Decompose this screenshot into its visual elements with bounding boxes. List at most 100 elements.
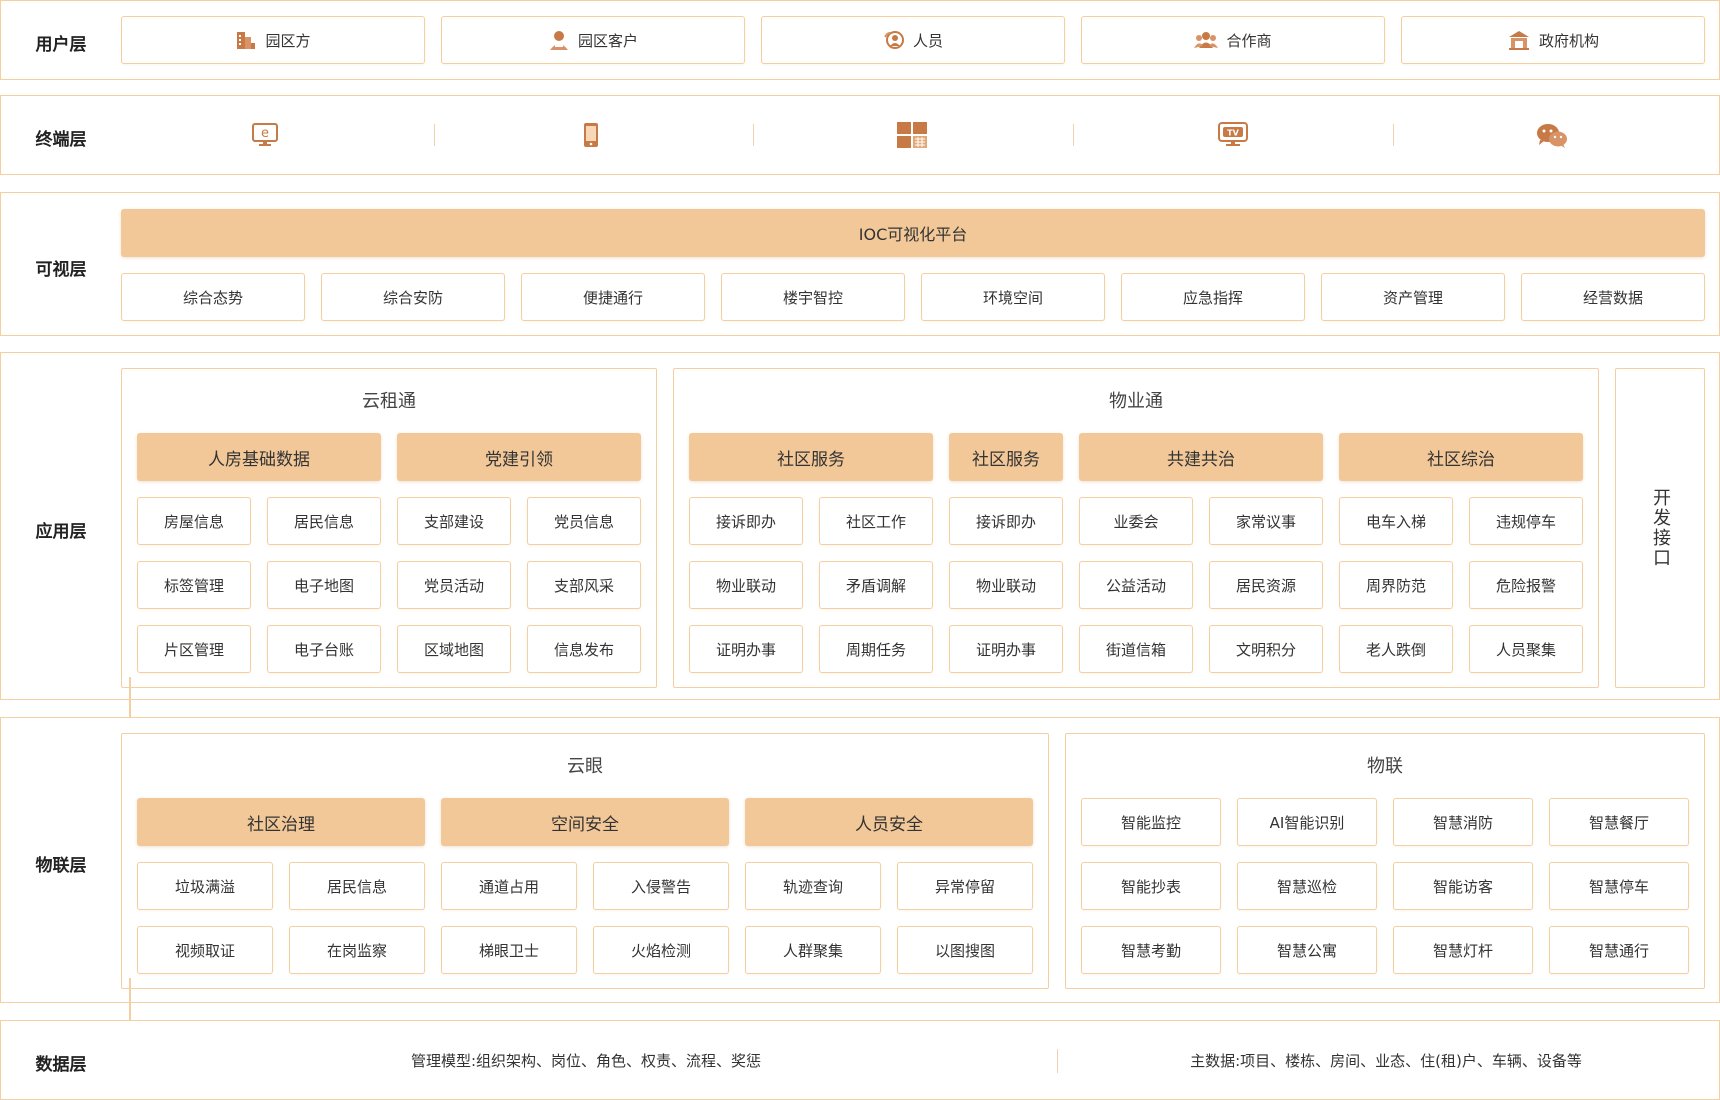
government-icon — [1507, 29, 1531, 51]
app-item[interactable]: 党员信息 — [527, 497, 641, 545]
user-item-personnel[interactable]: 人员 — [761, 16, 1065, 64]
iot-item[interactable]: 智能监控 — [1081, 798, 1221, 846]
app-item[interactable]: 证明办事 — [689, 625, 803, 673]
app-item[interactable]: 电子地图 — [267, 561, 381, 609]
app-item[interactable]: 街道信箱 — [1079, 625, 1193, 673]
visual-item[interactable]: 综合态势 — [121, 273, 305, 321]
app-item[interactable]: 物业联动 — [949, 561, 1063, 609]
iot-item[interactable]: 视频取证 — [137, 926, 273, 974]
visual-item[interactable]: 环境空间 — [921, 273, 1105, 321]
tv-icon: TV — [1218, 122, 1248, 152]
wechat-icon — [1536, 123, 1568, 153]
ioc-platform-bar[interactable]: IOC可视化平台 — [121, 209, 1705, 257]
user-item-label: 政府机构 — [1538, 31, 1599, 50]
wulian-panel: 物联 智能监控 AI智能识别 智慧消防 智慧餐厅 智能抄表 智慧巡检 智能访客 … — [1065, 733, 1705, 989]
iot-item[interactable]: 智慧考勤 — [1081, 926, 1221, 974]
app-item[interactable]: 违规停车 — [1469, 497, 1583, 545]
visual-layer-label: 可视层 — [35, 260, 87, 280]
app-item[interactable]: 接诉即办 — [949, 497, 1063, 545]
partner-icon — [1194, 29, 1219, 51]
group-header[interactable]: 人房基础数据 — [137, 433, 381, 481]
user-item-park-owner[interactable]: 园区方 — [121, 16, 425, 64]
iot-item[interactable]: 智慧餐厅 — [1549, 798, 1689, 846]
app-item[interactable]: 片区管理 — [137, 625, 251, 673]
app-item[interactable]: 接诉即办 — [689, 497, 803, 545]
iot-item[interactable]: 居民信息 — [289, 862, 425, 910]
management-model-text: 管理模型:组织架构、岗位、角色、权责、流程、奖惩 — [410, 1052, 762, 1070]
app-item[interactable]: 居民信息 — [267, 497, 381, 545]
data-layer: 数据层 管理模型:组织架构、岗位、角色、权责、流程、奖惩 主数据:项目、楼栋、房… — [0, 1020, 1720, 1100]
iot-item[interactable]: 通道占用 — [441, 862, 577, 910]
visual-item[interactable]: 应急指挥 — [1121, 273, 1305, 321]
app-item[interactable]: 社区工作 — [819, 497, 933, 545]
app-item[interactable]: 支部风采 — [527, 561, 641, 609]
iot-item[interactable]: 在岗监察 — [289, 926, 425, 974]
app-item[interactable]: 物业联动 — [689, 561, 803, 609]
iot-item[interactable]: 智慧巡检 — [1237, 862, 1377, 910]
iot-item[interactable]: 智能抄表 — [1081, 862, 1221, 910]
group-header[interactable]: 共建共治 — [1079, 433, 1323, 481]
iot-item[interactable]: 智慧公寓 — [1237, 926, 1377, 974]
app-item[interactable]: 家常议事 — [1209, 497, 1323, 545]
app-item[interactable]: 老人跌倒 — [1339, 625, 1453, 673]
panel-title: 云眼 — [567, 756, 603, 777]
app-item[interactable]: 人员聚集 — [1469, 625, 1583, 673]
app-item[interactable]: 居民资源 — [1209, 561, 1323, 609]
app-item[interactable]: 业委会 — [1079, 497, 1193, 545]
user-item-label: 人员 — [912, 31, 943, 50]
app-item[interactable]: 文明积分 — [1209, 625, 1323, 673]
visual-item[interactable]: 资产管理 — [1321, 273, 1505, 321]
group-header[interactable]: 社区服务 — [949, 433, 1063, 481]
iot-item[interactable]: 智慧灯杆 — [1393, 926, 1533, 974]
building-icon — [235, 29, 257, 51]
visual-item[interactable]: 楼宇智控 — [721, 273, 905, 321]
user-item-partner[interactable]: 合作商 — [1081, 16, 1385, 64]
group-header[interactable]: 空间安全 — [441, 798, 729, 846]
iot-item[interactable]: 智能访客 — [1393, 862, 1533, 910]
iot-item[interactable]: 异常停留 — [897, 862, 1033, 910]
app-item[interactable]: 信息发布 — [527, 625, 641, 673]
iot-item[interactable]: 智慧消防 — [1393, 798, 1533, 846]
user-item-label: 园区客户 — [577, 31, 638, 50]
app-item[interactable]: 标签管理 — [137, 561, 251, 609]
group-header[interactable]: 人员安全 — [745, 798, 1033, 846]
group-header[interactable]: 党建引领 — [397, 433, 641, 481]
terminal-layer-label: 终端层 — [35, 130, 87, 150]
app-item[interactable]: 矛盾调解 — [819, 561, 933, 609]
iot-item[interactable]: 垃圾满溢 — [137, 862, 273, 910]
app-item[interactable]: 周界防范 — [1339, 561, 1453, 609]
user-item-label: 园区方 — [265, 31, 311, 50]
group-header[interactable]: 社区服务 — [689, 433, 933, 481]
app-item[interactable]: 区域地图 — [397, 625, 511, 673]
user-item-government[interactable]: 政府机构 — [1401, 16, 1705, 64]
app-item[interactable]: 房屋信息 — [137, 497, 251, 545]
iot-item[interactable]: 智慧通行 — [1549, 926, 1689, 974]
iot-item[interactable]: 以图搜图 — [897, 926, 1033, 974]
customer-icon — [548, 29, 570, 51]
app-item[interactable]: 周期任务 — [819, 625, 933, 673]
app-item[interactable]: 电车入梯 — [1339, 497, 1453, 545]
iot-item[interactable]: 梯眼卫士 — [441, 926, 577, 974]
user-item-park-customer[interactable]: 园区客户 — [441, 16, 745, 64]
open-api-panel[interactable]: 开发接口 — [1615, 368, 1705, 688]
separator — [1073, 124, 1074, 146]
app-item[interactable]: 公益活动 — [1079, 561, 1193, 609]
separator — [1057, 1049, 1058, 1073]
app-item[interactable]: 电子台账 — [267, 625, 381, 673]
group-header[interactable]: 社区综治 — [1339, 433, 1583, 481]
iot-item[interactable]: 火焰检测 — [593, 926, 729, 974]
group-header[interactable]: 社区治理 — [137, 798, 425, 846]
app-item[interactable]: 党员活动 — [397, 561, 511, 609]
iot-item[interactable]: 入侵警告 — [593, 862, 729, 910]
visual-item[interactable]: 便捷通行 — [521, 273, 705, 321]
app-item[interactable]: 证明办事 — [949, 625, 1063, 673]
iot-item[interactable]: 人群聚集 — [745, 926, 881, 974]
iot-item[interactable]: 轨迹查询 — [745, 862, 881, 910]
app-item[interactable]: 支部建设 — [397, 497, 511, 545]
visual-item[interactable]: 经营数据 — [1521, 273, 1705, 321]
app-item[interactable]: 危险报警 — [1469, 561, 1583, 609]
iot-item[interactable]: AI智能识别 — [1237, 798, 1377, 846]
visual-item[interactable]: 综合安防 — [321, 273, 505, 321]
separator — [434, 124, 435, 146]
iot-item[interactable]: 智慧停车 — [1549, 862, 1689, 910]
